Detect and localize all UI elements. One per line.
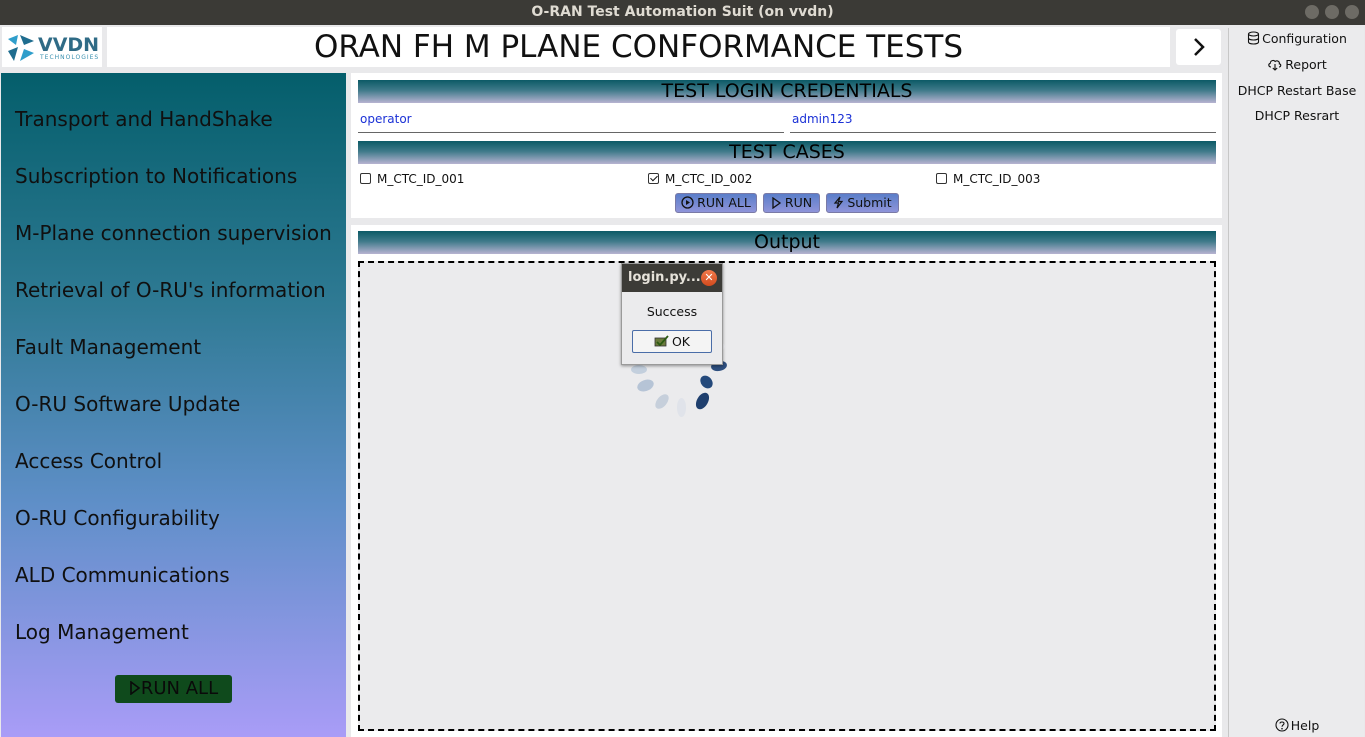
vvdn-logo-icon bbox=[8, 35, 34, 61]
window-titlebar: O-RAN Test Automation Suit (on vvdn) bbox=[0, 0, 1365, 25]
checkbox-checked[interactable] bbox=[648, 173, 659, 184]
close-window-button[interactable] bbox=[1345, 5, 1359, 19]
sidebar-item-log-management[interactable]: Log Management bbox=[15, 620, 189, 644]
output-area[interactable] bbox=[358, 261, 1216, 731]
checkbox[interactable] bbox=[360, 173, 371, 184]
play-circle-icon bbox=[681, 196, 694, 209]
configuration-button[interactable]: Configuration bbox=[1229, 31, 1365, 46]
right-panel: Configuration Report DHCP Restart Base D… bbox=[1228, 28, 1364, 737]
test-case-label: M_CTC_ID_003 bbox=[953, 172, 1041, 186]
help-label: Help bbox=[1290, 718, 1320, 733]
database-icon bbox=[1248, 31, 1260, 45]
test-cases-heading: TEST CASES bbox=[358, 141, 1216, 164]
report-button[interactable]: Report bbox=[1229, 57, 1365, 72]
test-case-002[interactable]: M_CTC_ID_002 bbox=[648, 172, 752, 186]
submit-label: Submit bbox=[847, 195, 892, 210]
window-title: O-RAN Test Automation Suit (on vvdn) bbox=[531, 4, 834, 20]
help-button[interactable]: Help bbox=[1229, 718, 1365, 733]
dhcp-restart-base-button[interactable]: DHCP Restart Base bbox=[1229, 83, 1365, 98]
help-icon bbox=[1275, 718, 1289, 732]
chevron-right-icon bbox=[1193, 38, 1205, 56]
play-icon bbox=[130, 680, 141, 696]
run-button[interactable]: RUN bbox=[763, 193, 820, 213]
output-panel: Output bbox=[351, 225, 1222, 737]
password-field[interactable]: admin123 bbox=[790, 109, 1216, 133]
sidebar-run-all-button[interactable]: RUN ALL bbox=[115, 675, 232, 703]
checkbox[interactable] bbox=[936, 173, 947, 184]
logo: VVDN TECHNOLOGIES bbox=[2, 27, 102, 67]
sidebar-run-all-label: RUN ALL bbox=[140, 678, 219, 699]
lightning-icon bbox=[834, 196, 844, 209]
ok-check-icon bbox=[654, 335, 669, 347]
test-case-001[interactable]: M_CTC_ID_001 bbox=[360, 172, 464, 186]
run-all-label: RUN ALL bbox=[697, 195, 751, 210]
dialog-message: Success bbox=[646, 304, 698, 319]
maximize-button[interactable] bbox=[1325, 5, 1339, 19]
dhcp-restart-button[interactable]: DHCP Resrart bbox=[1229, 108, 1365, 123]
dialog-ok-button[interactable]: OK bbox=[632, 330, 712, 353]
configuration-label: Configuration bbox=[1262, 31, 1347, 46]
test-category-sidebar: Transport and HandShake Subscription to … bbox=[1, 73, 346, 737]
dialog-ok-label: OK bbox=[671, 334, 691, 349]
dialog-close-icon[interactable]: ✕ bbox=[701, 270, 717, 286]
submit-button[interactable]: Submit bbox=[826, 193, 899, 213]
sidebar-item-transport-handshake[interactable]: Transport and HandShake bbox=[15, 107, 273, 131]
minimize-button[interactable] bbox=[1305, 5, 1319, 19]
credentials-panel: TEST LOGIN CREDENTIALS operator admin123… bbox=[351, 73, 1222, 218]
play-icon bbox=[772, 196, 782, 210]
run-label: RUN bbox=[784, 195, 813, 210]
test-case-label: M_CTC_ID_001 bbox=[377, 172, 465, 186]
logo-text: VVDN bbox=[38, 34, 100, 56]
sidebar-item-mplane-supervision[interactable]: M-Plane connection supervision bbox=[15, 221, 332, 245]
success-dialog: login.py... ✕ Success OK bbox=[621, 263, 723, 365]
sidebar-item-oru-configurability[interactable]: O-RU Configurability bbox=[15, 506, 220, 530]
next-button[interactable] bbox=[1176, 29, 1221, 65]
sidebar-item-subscription-notifications[interactable]: Subscription to Notifications bbox=[15, 164, 297, 188]
sidebar-item-software-update[interactable]: O-RU Software Update bbox=[15, 392, 240, 416]
page-title: ORAN FH M PLANE CONFORMANCE TESTS bbox=[107, 27, 1170, 67]
sidebar-item-oru-information[interactable]: Retrieval of O-RU's information bbox=[15, 278, 326, 302]
sidebar-item-fault-management[interactable]: Fault Management bbox=[15, 335, 201, 359]
logo-subtext: TECHNOLOGIES bbox=[40, 54, 100, 61]
output-heading: Output bbox=[358, 231, 1216, 254]
sidebar-item-access-control[interactable]: Access Control bbox=[15, 449, 162, 473]
test-case-label: M_CTC_ID_002 bbox=[665, 172, 753, 186]
username-field[interactable]: operator bbox=[358, 109, 784, 133]
credentials-heading: TEST LOGIN CREDENTIALS bbox=[358, 80, 1216, 103]
cloud-download-icon bbox=[1268, 59, 1282, 71]
sidebar-item-ald-communications[interactable]: ALD Communications bbox=[15, 563, 230, 587]
report-label: Report bbox=[1285, 57, 1327, 72]
test-case-003[interactable]: M_CTC_ID_003 bbox=[936, 172, 1040, 186]
run-all-button[interactable]: RUN ALL bbox=[675, 193, 757, 213]
